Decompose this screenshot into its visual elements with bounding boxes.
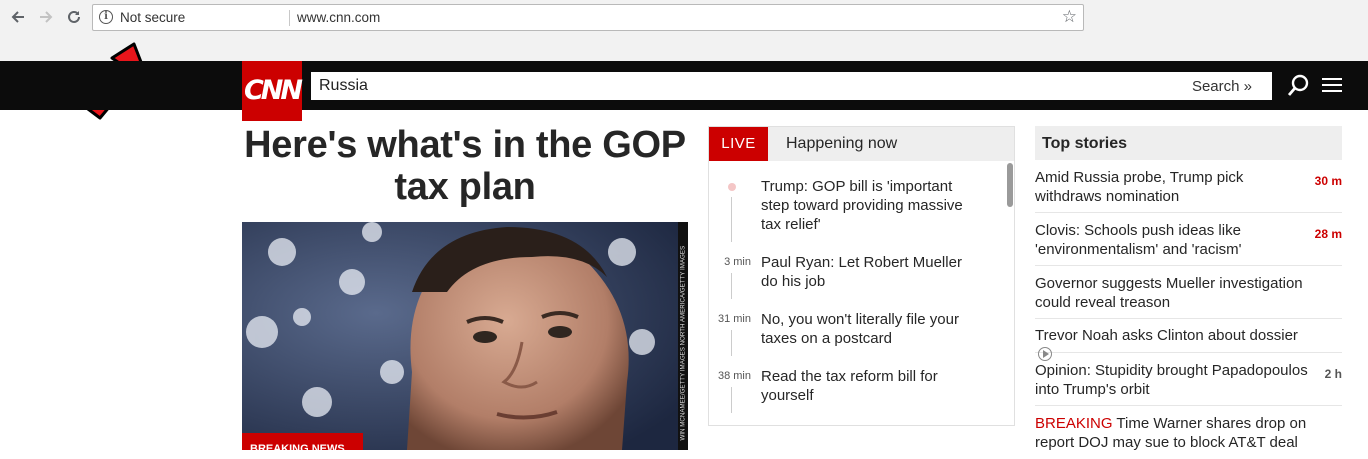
info-icon[interactable]: i [99,10,113,24]
timeline-line [731,197,732,242]
lead-photo[interactable]: WIN MCNAMEE/GETTY IMAGES NORTH AMERICA/G… [242,222,688,450]
timeline-line [731,387,732,413]
logo-text: CNN [243,75,303,106]
top-stories: Top stories Amid Russia probe, Trump pic… [1035,126,1342,459]
story-item[interactable]: Governor suggests Mueller investigation … [1035,266,1342,319]
story-age: 28 m [1314,227,1342,241]
back-button[interactable] [7,6,29,28]
live-item-text[interactable]: Trump: GOP bill is 'important step towar… [761,177,976,234]
address-bar[interactable]: i Not secure www.cnn.com ☆ [92,4,1084,31]
live-item-text[interactable]: Paul Ryan: Let Robert Mueller do his job [761,253,976,291]
top-stories-title: Top stories [1035,126,1342,160]
story-link[interactable]: BREAKING Time Warner shares drop on repo… [1035,414,1310,452]
cnn-logo[interactable]: CNN [242,61,303,121]
story-link-text[interactable]: Trevor Noah asks Clinton about dossier [1035,327,1298,344]
security-label[interactable]: Not secure [120,10,185,25]
story-item[interactable]: Amid Russia probe, Trump pick withdraws … [1035,160,1342,213]
live-item-time: 38 min [717,370,751,382]
hamburger-menu-icon[interactable] [1322,78,1342,94]
search-button[interactable]: Search » [1192,78,1252,95]
timeline-line [731,330,732,356]
search-field[interactable]: Russia Search » [311,72,1272,100]
breaking-label: BREAKING [1035,415,1113,432]
breaking-news-badge: BREAKING NEWS [242,433,363,450]
live-tag: LIVE [709,127,768,161]
live-item-time: 31 min [717,313,751,325]
live-header[interactable]: LIVE Happening now [709,127,1014,161]
story-item[interactable]: BREAKING Time Warner shares drop on repo… [1035,406,1342,459]
story-age: 2 h [1324,367,1342,381]
omnibox-divider [289,10,290,26]
arrow-left-icon [11,11,24,23]
reload-icon [68,10,80,23]
story-item[interactable]: Trevor Noah asks Clinton about dossier [1035,319,1342,361]
story-item[interactable]: Opinion: Stupidity brought Papadopoulos … [1035,353,1342,406]
story-age: 30 m [1314,174,1342,188]
forward-button[interactable] [35,6,57,28]
live-item-time: 3 min [724,256,751,268]
live-item-text[interactable]: No, you won't literally file your taxes … [761,310,976,348]
story-link[interactable]: Amid Russia probe, Trump pick withdraws … [1035,168,1310,206]
url-text[interactable]: www.cnn.com [297,10,380,25]
live-dot-icon [728,183,736,191]
live-scrollbar[interactable] [1007,163,1013,425]
star-icon[interactable]: ☆ [1062,7,1077,27]
live-panel: LIVE Happening now Trump: GOP bill is 'i… [708,126,1015,426]
arrow-right-icon [40,11,53,23]
scrollbar-thumb[interactable] [1007,163,1013,207]
timeline-line [731,273,732,299]
main-headline[interactable]: Here's what's in the GOP tax plan [242,124,688,208]
story-link[interactable]: Governor suggests Mueller investigation … [1035,274,1310,312]
live-item-text[interactable]: Read the tax reform bill for yourself [761,367,976,405]
reload-button[interactable] [63,6,85,28]
photo-credit-text: WIN MCNAMEE/GETTY IMAGES NORTH AMERICA/G… [679,245,687,441]
story-item[interactable]: Clovis: Schools push ideas like 'environ… [1035,213,1342,266]
browser-toolbar: i Not secure www.cnn.com ☆ [0,0,1368,61]
live-title: Happening now [786,135,898,152]
photo-credit: WIN MCNAMEE/GETTY IMAGES NORTH AMERICA/G… [678,222,688,450]
story-link[interactable]: Clovis: Schools push ideas like 'environ… [1035,221,1310,259]
photo-image [242,222,688,450]
search-icon[interactable] [1287,74,1309,98]
search-input[interactable]: Russia [319,77,368,95]
story-link[interactable]: Opinion: Stupidity brought Papadopoulos … [1035,361,1310,399]
